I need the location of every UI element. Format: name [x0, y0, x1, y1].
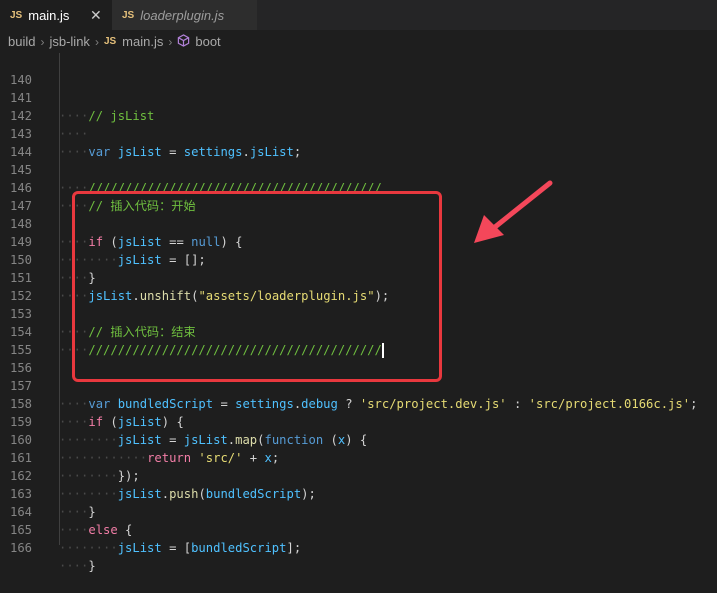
js-file-icon: JS: [10, 9, 23, 21]
code-line: 142 ····: [0, 89, 717, 141]
code-line: 161 ········});: [0, 431, 717, 483]
js-file-icon: JS: [122, 9, 135, 21]
code-line: 166 ····}: [0, 521, 717, 573]
tab-label: main.js: [28, 7, 70, 23]
chevron-right-icon: ›: [40, 34, 45, 49]
code-line: 163 ····}: [0, 467, 717, 519]
code-line: 159 ········jsList = jsList.map(function…: [0, 395, 717, 447]
code-editor[interactable]: 140 141 ····// jsList 142 ···· 143 ····v…: [0, 53, 717, 573]
code-line: 144: [0, 125, 717, 159]
chevron-right-icon: ›: [168, 34, 173, 49]
highlight-box: [72, 191, 442, 382]
tab-main-js[interactable]: JS main.js ✕: [0, 0, 112, 30]
breadcrumb-item-jsb-link[interactable]: jsb-link: [49, 34, 89, 49]
line-number: 166: [9, 541, 32, 555]
code-line: 141 ····// jsList: [0, 71, 717, 123]
code-line: 146 ····// 插入代码：开始: [0, 161, 717, 213]
code-line: 165 ········jsList = [bundledScript];: [0, 503, 717, 555]
code-line: 164 ····else {: [0, 485, 717, 537]
code-line: 145 ····////////////////////////////////…: [0, 143, 717, 195]
cube-icon: [177, 33, 190, 50]
js-file-icon: JS: [103, 36, 117, 47]
breadcrumb: build › jsb-link › JS main.js › boot: [0, 30, 717, 53]
tab-loaderplugin-js[interactable]: JS loaderplugin.js: [112, 0, 257, 30]
breadcrumb-item-main-js[interactable]: main.js: [122, 34, 163, 49]
tab-label: loaderplugin.js: [140, 7, 225, 23]
breadcrumb-item-build[interactable]: build: [8, 34, 35, 49]
tab-bar: JS main.js ✕ JS loaderplugin.js: [0, 0, 717, 30]
code-line: 143 ····var jsList = settings.jsList;: [0, 107, 717, 159]
code-line: 160 ············return 'src/' + x;: [0, 413, 717, 465]
chevron-right-icon: ›: [94, 34, 99, 49]
code-line: 140: [0, 53, 717, 87]
breadcrumb-item-boot[interactable]: boot: [195, 34, 220, 49]
close-icon[interactable]: ✕: [90, 7, 102, 24]
code-line: 162 ········jsList.push(bundledScript);: [0, 449, 717, 501]
arrow-icon: [474, 180, 553, 243]
